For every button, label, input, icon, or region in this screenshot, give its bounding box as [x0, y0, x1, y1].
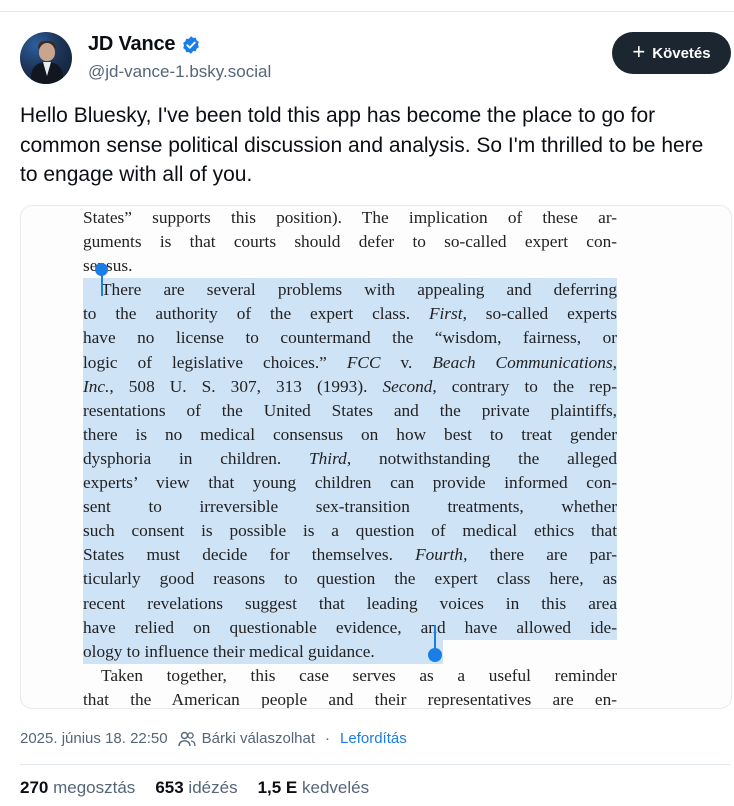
- doc-line: that the American people and their repre…: [83, 689, 617, 709]
- doc-line-highlighted: dysphoria in children. Third, notwithsta…: [83, 446, 617, 472]
- reply-setting: Bárki válaszolhat: [177, 730, 316, 747]
- follow-button[interactable]: + Követés: [612, 32, 731, 74]
- likes-stat[interactable]: 1,5 E kedvelés: [258, 778, 370, 798]
- quotes-count: 653: [155, 778, 184, 797]
- doc-line-highlighted: experts’ view that young children can pr…: [83, 471, 617, 496]
- avatar[interactable]: [20, 32, 72, 84]
- doc-line: Taken together, this case serves as a us…: [101, 665, 617, 685]
- doc-line-highlighted: logic of legislative choices.” FCC v. Be…: [83, 350, 617, 375]
- translate-link[interactable]: Lefordítás: [340, 730, 407, 747]
- reposts-count: 270: [20, 778, 49, 797]
- author-name-row: JD Vance: [88, 33, 201, 56]
- doc-line: sensus.: [83, 256, 133, 276]
- doc-line-highlighted: ticularly good reasons to question the e…: [83, 567, 617, 592]
- doc-line-highlighted: sent to irreversible sex-transition trea…: [83, 495, 617, 520]
- doc-line-highlighted: States must decide for themselves. Fourt…: [83, 543, 617, 568]
- selection-end-handle: [428, 648, 442, 662]
- doc-line-highlighted: such consent is possible is a question o…: [83, 519, 617, 544]
- reposts-label: megosztás: [53, 778, 136, 797]
- doc-line-highlighted: to the authority of the expert class. Fi…: [83, 302, 617, 327]
- court-document-text: States” supports this position). The imp…: [83, 206, 617, 709]
- author-name[interactable]: JD Vance: [88, 33, 176, 56]
- author-handle[interactable]: @jd-vance-1.bsky.social: [88, 62, 271, 82]
- verified-badge-icon: [183, 35, 200, 54]
- post-text: Hello Bluesky, I've been told this app h…: [20, 104, 704, 186]
- doc-line-highlighted: have no license to countermand the “wisd…: [83, 326, 617, 351]
- engagement-stats: 270 megosztás 653 idézés 1,5 E kedvelés: [20, 778, 369, 798]
- people-icon: [177, 731, 196, 746]
- doc-line-highlighted: There are several problems with appealin…: [83, 278, 617, 303]
- doc-line: guments is that courts should defer to s…: [83, 232, 617, 252]
- post-meta: 2025. június 18. 22:50 Bárki válaszolhat…: [20, 730, 407, 747]
- doc-line-highlighted: there is no medical consensus on how bes…: [83, 422, 617, 447]
- meta-separator: ·: [325, 730, 331, 747]
- follow-button-label: Követés: [652, 44, 711, 62]
- embedded-image[interactable]: States” supports this position). The imp…: [20, 205, 732, 709]
- top-divider: [0, 11, 734, 12]
- doc-line: States” supports this position). The imp…: [83, 208, 617, 227]
- reposts-stat[interactable]: 270 megosztás: [20, 778, 135, 798]
- selection-start-handle: [95, 263, 108, 276]
- doc-line-highlighted: resentations of the United States and th…: [83, 398, 617, 423]
- doc-line-highlighted: have relied on questionable evidence, an…: [83, 615, 617, 640]
- stats-divider: [20, 764, 730, 765]
- selection-start-bar: [101, 274, 103, 296]
- likes-label: kedvelés: [302, 778, 370, 797]
- plus-icon: +: [632, 39, 646, 64]
- doc-line-highlighted: recent revelations suggest that leading …: [83, 591, 617, 616]
- post-timestamp[interactable]: 2025. június 18. 22:50: [20, 730, 168, 747]
- likes-count: 1,5 E: [257, 778, 298, 797]
- doc-line-highlighted: Inc., 508 U. S. 307, 313 (1993). Second,…: [83, 374, 617, 399]
- doc-line-highlighted: ology to influence their medical guidanc…: [83, 639, 617, 664]
- quotes-label: idézés: [188, 778, 238, 797]
- reply-setting-label: Bárki válaszolhat: [201, 730, 316, 747]
- quotes-stat[interactable]: 653 idézés: [155, 778, 237, 798]
